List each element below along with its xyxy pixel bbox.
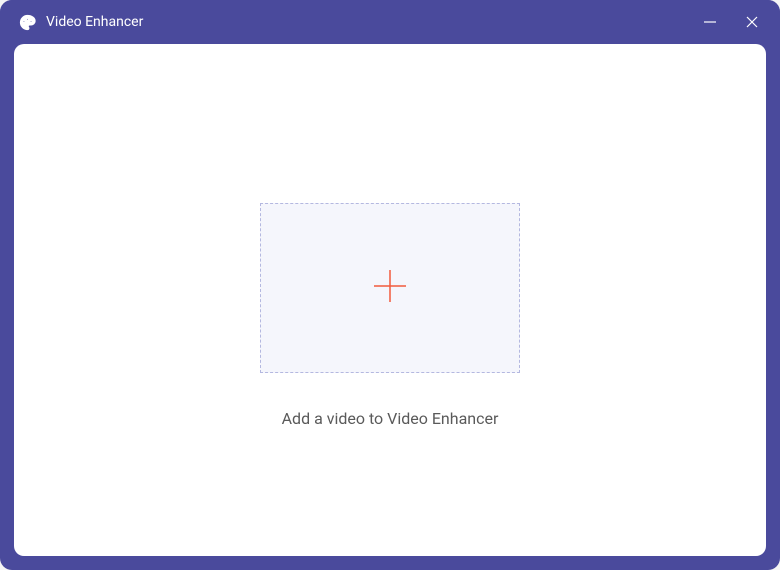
app-title: Video Enhancer: [46, 14, 143, 30]
titlebar-controls: [700, 12, 762, 32]
content-area: Add a video to Video Enhancer: [14, 44, 766, 556]
plus-icon: [368, 264, 412, 312]
app-window: Video Enhancer: [0, 0, 780, 570]
minimize-button[interactable]: [700, 12, 720, 32]
add-video-dropzone[interactable]: [260, 203, 520, 373]
titlebar: Video Enhancer: [0, 0, 780, 44]
titlebar-left: Video Enhancer: [18, 13, 143, 31]
palette-icon: [18, 13, 36, 31]
instruction-text: Add a video to Video Enhancer: [282, 409, 499, 428]
close-button[interactable]: [742, 12, 762, 32]
